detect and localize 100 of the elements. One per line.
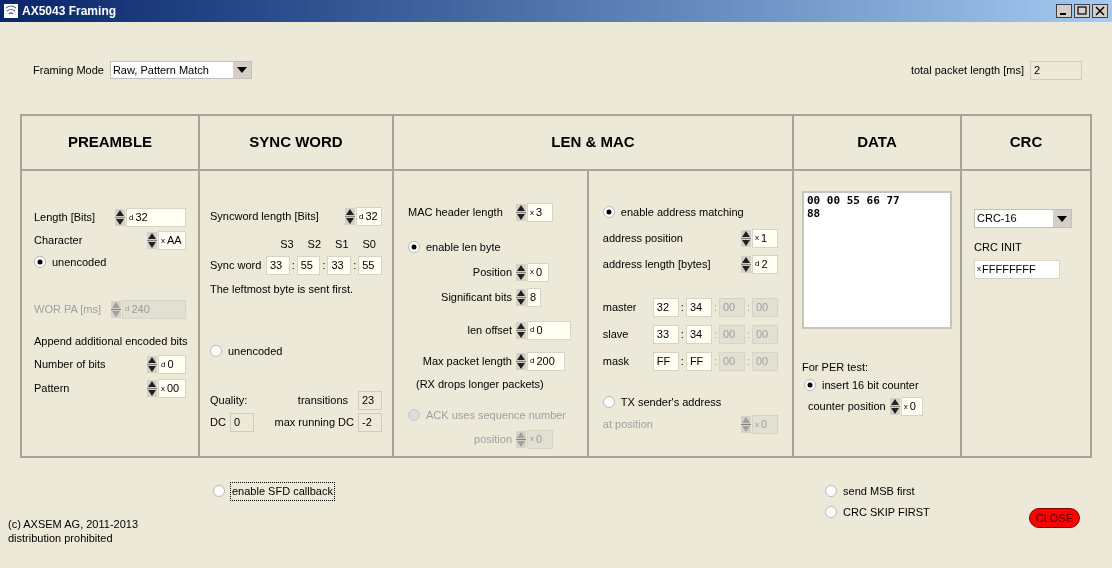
close-icon[interactable] bbox=[1092, 4, 1108, 18]
radio-label: enable SFD callback bbox=[230, 482, 335, 501]
copyright-text: (c) AXSEM AG, 2011-2013 bbox=[8, 516, 140, 531]
byte-field[interactable]: 55 bbox=[296, 255, 321, 275]
byte-field[interactable]: 33 bbox=[265, 255, 290, 275]
byte-field[interactable]: 32 bbox=[652, 297, 679, 317]
byte-separator: : bbox=[680, 326, 684, 342]
byte-separator: : bbox=[713, 353, 717, 369]
radio-button[interactable] bbox=[602, 395, 615, 408]
app-icon bbox=[4, 4, 18, 18]
byte-separator: : bbox=[353, 257, 357, 273]
section-heading: LEN & MAC bbox=[551, 132, 635, 153]
number-field[interactable]: d 0 bbox=[527, 320, 571, 340]
byte-field[interactable]: 34 bbox=[685, 297, 712, 317]
field-label: For PER test: bbox=[802, 360, 870, 375]
radio-button[interactable] bbox=[34, 256, 46, 269]
window-title: AX5043 Framing bbox=[22, 3, 117, 20]
spinner-icon[interactable] bbox=[516, 263, 526, 281]
byte-field[interactable]: 33 bbox=[327, 255, 352, 275]
spinner-icon[interactable] bbox=[147, 380, 157, 397]
byte-separator: : bbox=[746, 353, 750, 369]
radio-label: ACK uses sequence number bbox=[425, 408, 568, 423]
radio-button[interactable] bbox=[804, 378, 816, 391]
spinner-icon[interactable] bbox=[516, 321, 526, 339]
spinner-icon[interactable] bbox=[741, 229, 751, 247]
number-field[interactable]: x 00 bbox=[158, 379, 186, 398]
field-label: position bbox=[473, 431, 512, 447]
field-label: master bbox=[602, 299, 638, 315]
number-field[interactable]: 8 bbox=[527, 287, 541, 307]
field-label: address length [bytes] bbox=[602, 256, 711, 272]
number-field[interactable]: x 1 bbox=[752, 228, 778, 248]
byte-label: S1 bbox=[335, 237, 349, 252]
byte-field[interactable]: 33 bbox=[652, 324, 679, 344]
field-label: Significant bits bbox=[440, 289, 512, 305]
minimize-icon[interactable] bbox=[1056, 4, 1072, 18]
number-field[interactable]: x AA bbox=[158, 231, 186, 250]
radio-label: enable address matching bbox=[619, 205, 745, 220]
number-field[interactable]: d 32 bbox=[126, 208, 186, 227]
crc-init-field[interactable]: x FFFFFFFF bbox=[974, 259, 1060, 279]
crc-dropdown[interactable]: CRC-16 bbox=[974, 209, 1072, 228]
radio-label: unencoded bbox=[227, 344, 284, 359]
byte-separator: : bbox=[680, 299, 684, 315]
byte-separator: : bbox=[746, 299, 750, 315]
number-field[interactable]: d 2 bbox=[752, 254, 778, 274]
field-label: CRC INIT bbox=[974, 240, 1023, 255]
field-label: Pattern bbox=[34, 381, 70, 397]
byte-field[interactable]: FF bbox=[685, 351, 712, 371]
field-label: counter position bbox=[808, 399, 886, 415]
field-label: at position bbox=[602, 417, 653, 433]
byte-field[interactable]: 34 bbox=[685, 324, 712, 344]
radio-button[interactable] bbox=[825, 485, 838, 498]
field-label: (RX drops longer packets) bbox=[416, 376, 545, 392]
data-text-area[interactable]: 00 00 55 66 77 88 bbox=[802, 191, 952, 329]
byte-separator: : bbox=[746, 326, 750, 342]
spinner-icon[interactable] bbox=[147, 356, 157, 373]
field-label: transitions bbox=[297, 392, 348, 408]
readout-field: -2 bbox=[358, 412, 382, 432]
radio-label: send MSB first bbox=[842, 484, 916, 499]
byte-separator: : bbox=[713, 326, 717, 342]
radio-button[interactable] bbox=[602, 206, 615, 219]
number-field[interactable]: d 0 bbox=[158, 355, 186, 374]
byte-field[interactable]: FF bbox=[652, 351, 679, 371]
readout-field: 2 bbox=[1030, 60, 1082, 80]
byte-field[interactable]: 55 bbox=[358, 255, 382, 275]
spinner-icon[interactable] bbox=[889, 398, 900, 415]
spinner-icon[interactable] bbox=[516, 204, 526, 221]
byte-separator: : bbox=[680, 353, 684, 369]
close-button[interactable]: CLOSE bbox=[1028, 508, 1080, 528]
field-label: Character bbox=[34, 233, 83, 249]
number-field[interactable]: d 200 bbox=[527, 351, 565, 371]
field-label: Framing Mode bbox=[33, 62, 104, 78]
number-field[interactable]: x 0 bbox=[527, 262, 549, 282]
byte-label: S3 bbox=[280, 237, 294, 252]
spinner-icon[interactable] bbox=[516, 288, 526, 306]
spinner-icon[interactable] bbox=[115, 209, 125, 226]
section-heading: PREAMBLE bbox=[67, 132, 153, 153]
maximize-icon[interactable] bbox=[1074, 4, 1090, 18]
radio-button[interactable] bbox=[210, 345, 222, 358]
field-label: Position bbox=[471, 264, 512, 280]
radio-label: enable len byte bbox=[425, 240, 502, 255]
radio-label: unencoded bbox=[51, 255, 108, 270]
spinner-icon[interactable] bbox=[741, 255, 751, 273]
field-label: total packet length [ms] bbox=[910, 62, 1024, 78]
field-label: len offset bbox=[466, 322, 512, 338]
copyright-text: distribution prohibited bbox=[8, 530, 114, 545]
radio-button[interactable] bbox=[408, 241, 420, 254]
field-label: mask bbox=[602, 353, 631, 369]
field-label: The leftmost byte is sent first. bbox=[210, 281, 355, 297]
byte-label: S2 bbox=[307, 237, 322, 252]
spinner-icon[interactable] bbox=[516, 352, 526, 370]
radio-button[interactable] bbox=[213, 485, 225, 498]
number-field[interactable]: d 32 bbox=[356, 207, 382, 226]
spinner-icon[interactable] bbox=[147, 232, 157, 249]
framing-mode-dropdown[interactable]: Raw, Pattern Match bbox=[109, 61, 252, 79]
byte-label: S0 bbox=[362, 237, 376, 252]
spinner-icon[interactable] bbox=[345, 208, 355, 225]
number-field[interactable]: x 0 bbox=[900, 397, 923, 416]
radio-button[interactable] bbox=[825, 505, 838, 518]
byte-separator: : bbox=[322, 257, 326, 273]
number-field[interactable]: x 3 bbox=[527, 203, 553, 222]
